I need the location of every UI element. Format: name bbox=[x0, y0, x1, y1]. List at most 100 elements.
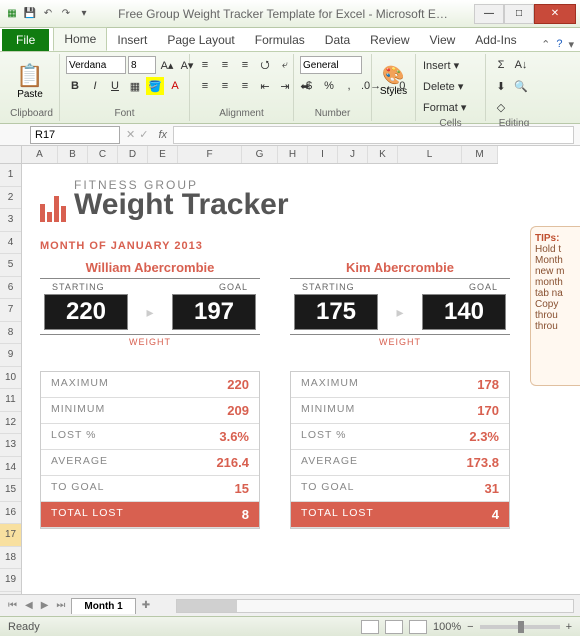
select-all-corner[interactable] bbox=[0, 146, 22, 164]
tab-nav-prev-icon[interactable]: ◀ bbox=[23, 600, 35, 611]
sort-icon[interactable]: A↓ bbox=[512, 56, 530, 74]
formula-input[interactable] bbox=[173, 126, 574, 144]
italic-button[interactable]: I bbox=[86, 77, 104, 95]
close-button[interactable]: ✕ bbox=[534, 4, 576, 24]
row-header[interactable]: 4 bbox=[0, 232, 21, 255]
tab-page-layout[interactable]: Page Layout bbox=[157, 29, 244, 51]
zoom-slider[interactable] bbox=[480, 625, 560, 629]
scrollbar-thumb[interactable] bbox=[177, 600, 237, 612]
row-header[interactable]: 1 bbox=[0, 164, 21, 187]
tab-view[interactable]: View bbox=[420, 29, 466, 51]
align-bottom-icon[interactable]: ≡ bbox=[236, 56, 254, 74]
row-header[interactable]: 2 bbox=[0, 187, 21, 210]
row-header[interactable]: 13 bbox=[0, 434, 21, 457]
undo-icon[interactable]: ↶ bbox=[40, 6, 56, 22]
tab-insert[interactable]: Insert bbox=[107, 29, 157, 51]
tab-nav-last-icon[interactable]: ⏭ bbox=[54, 600, 67, 611]
maximize-button[interactable]: □ bbox=[504, 4, 534, 24]
row-header[interactable]: 8 bbox=[0, 322, 21, 345]
row-header[interactable]: 5 bbox=[0, 254, 21, 277]
row-header[interactable]: 6 bbox=[0, 277, 21, 300]
fx-icon[interactable]: fx bbox=[158, 129, 167, 141]
row-header[interactable]: 12 bbox=[0, 412, 21, 435]
orientation-icon[interactable]: ⭯ bbox=[256, 56, 274, 74]
help-icon[interactable]: ? bbox=[556, 38, 562, 51]
column-headers[interactable]: ABCDEFGHIJKLM bbox=[22, 146, 498, 164]
tab-nav-next-icon[interactable]: ▶ bbox=[39, 600, 51, 611]
find-icon[interactable]: 🔍 bbox=[512, 77, 530, 95]
col-header[interactable]: K bbox=[368, 146, 398, 163]
ribbon-minimize-icon[interactable]: ⌃ bbox=[541, 38, 550, 51]
zoom-level[interactable]: 100% bbox=[433, 621, 461, 633]
save-icon[interactable]: 💾 bbox=[22, 6, 38, 22]
cancel-formula-icon[interactable]: ✕ bbox=[126, 128, 135, 141]
row-header[interactable]: 7 bbox=[0, 299, 21, 322]
col-header[interactable]: H bbox=[278, 146, 308, 163]
align-center-icon[interactable]: ≡ bbox=[216, 77, 234, 95]
number-format-select[interactable]: General bbox=[300, 56, 362, 74]
grow-font-icon[interactable]: A▴ bbox=[158, 56, 176, 74]
enter-formula-icon[interactable]: ✓ bbox=[139, 128, 148, 141]
minimize-button[interactable]: — bbox=[474, 4, 504, 24]
horizontal-scrollbar[interactable] bbox=[176, 599, 574, 613]
col-header[interactable]: B bbox=[58, 146, 88, 163]
fill-color-icon[interactable]: 🪣 bbox=[146, 77, 164, 95]
tab-addins[interactable]: Add-Ins bbox=[465, 29, 526, 51]
row-header[interactable]: 14 bbox=[0, 457, 21, 480]
tab-data[interactable]: Data bbox=[315, 29, 360, 51]
row-header[interactable]: 15 bbox=[0, 479, 21, 502]
align-left-icon[interactable]: ≡ bbox=[196, 77, 214, 95]
col-header[interactable]: M bbox=[462, 146, 498, 163]
zoom-out-icon[interactable]: − bbox=[467, 621, 473, 633]
underline-button[interactable]: U bbox=[106, 77, 124, 95]
percent-icon[interactable]: % bbox=[320, 77, 338, 95]
paste-button[interactable]: 📋Paste bbox=[10, 56, 50, 106]
clear-icon[interactable]: ◇ bbox=[492, 98, 510, 116]
delete-cells-button[interactable]: Delete ▾ bbox=[422, 77, 482, 95]
tab-review[interactable]: Review bbox=[360, 29, 419, 51]
zoom-thumb[interactable] bbox=[518, 621, 524, 633]
col-header[interactable]: G bbox=[242, 146, 278, 163]
row-header[interactable]: 11 bbox=[0, 389, 21, 412]
col-header[interactable]: A bbox=[22, 146, 58, 163]
row-header[interactable]: 16 bbox=[0, 502, 21, 525]
col-header[interactable]: C bbox=[88, 146, 118, 163]
align-right-icon[interactable]: ≡ bbox=[236, 77, 254, 95]
align-top-icon[interactable]: ≡ bbox=[196, 56, 214, 74]
col-header[interactable]: L bbox=[398, 146, 462, 163]
styles-button[interactable]: 🎨Styles bbox=[378, 56, 409, 106]
format-cells-button[interactable]: Format ▾ bbox=[422, 98, 482, 116]
page-break-view-icon[interactable] bbox=[409, 620, 427, 634]
bold-button[interactable]: B bbox=[66, 77, 84, 95]
sheet-tab[interactable]: Month 1 bbox=[71, 598, 135, 614]
zoom-in-icon[interactable]: + bbox=[566, 621, 572, 633]
font-name-select[interactable]: Verdana bbox=[66, 56, 126, 74]
col-header[interactable]: D bbox=[118, 146, 148, 163]
new-sheet-icon[interactable]: ✚ bbox=[140, 600, 152, 611]
row-headers[interactable]: 12345678910111213141516171819 bbox=[0, 164, 22, 594]
ribbon-opts-icon[interactable]: ▾ bbox=[568, 38, 574, 51]
align-middle-icon[interactable]: ≡ bbox=[216, 56, 234, 74]
tab-home[interactable]: Home bbox=[53, 27, 107, 51]
font-color-icon[interactable]: A bbox=[166, 77, 184, 95]
indent-dec-icon[interactable]: ⇤ bbox=[256, 77, 274, 95]
font-size-select[interactable]: 8 bbox=[128, 56, 156, 74]
col-header[interactable]: J bbox=[338, 146, 368, 163]
indent-inc-icon[interactable]: ⇥ bbox=[276, 77, 294, 95]
wrap-text-icon[interactable]: ⤶ bbox=[276, 56, 294, 74]
autosum-icon[interactable]: Σ bbox=[492, 56, 510, 74]
redo-icon[interactable]: ↷ bbox=[58, 6, 74, 22]
name-box[interactable]: R17 bbox=[30, 126, 120, 144]
spreadsheet-grid[interactable]: 12345678910111213141516171819 FITNESS GR… bbox=[0, 164, 580, 594]
col-header[interactable]: E bbox=[148, 146, 178, 163]
row-header[interactable]: 3 bbox=[0, 209, 21, 232]
row-header[interactable]: 19 bbox=[0, 569, 21, 592]
comma-icon[interactable]: , bbox=[340, 77, 358, 95]
insert-cells-button[interactable]: Insert ▾ bbox=[422, 56, 482, 74]
fill-icon[interactable]: ⬇ bbox=[492, 77, 510, 95]
row-header[interactable]: 10 bbox=[0, 367, 21, 390]
border-icon[interactable]: ▦ bbox=[126, 77, 144, 95]
row-header[interactable]: 18 bbox=[0, 547, 21, 570]
row-header[interactable]: 9 bbox=[0, 344, 21, 367]
row-header[interactable]: 17 bbox=[0, 524, 21, 547]
